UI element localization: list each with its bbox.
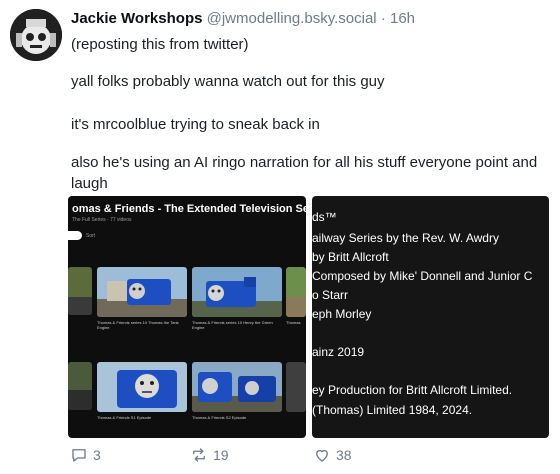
- reply-count: 3: [93, 447, 101, 463]
- credit-line: eph Morley: [312, 307, 372, 321]
- repost-arrows-icon: [193, 448, 205, 462]
- post-header: Jackie Workshops @jwmodelling.bsky.socia…: [71, 10, 415, 27]
- video-thumbnail: [97, 362, 187, 412]
- avatar[interactable]: [10, 9, 62, 61]
- video-caption: Thomas & Friends S1 Episode: [97, 415, 152, 420]
- video-caption: Thomas & Friends series 10 Henry the Gre…: [192, 320, 273, 330]
- video-caption: Thomas: [286, 320, 301, 325]
- video-thumbnail: [68, 267, 92, 315]
- video-thumbnail: [192, 267, 282, 317]
- heart-icon: [316, 449, 328, 462]
- credit-line: (Thomas) Limited 1984, 2024.: [312, 403, 473, 417]
- video-thumbnail: [97, 267, 187, 317]
- display-name[interactable]: Jackie Workshops: [71, 10, 202, 27]
- repost-count: 19: [213, 447, 229, 463]
- credit-line: ds™: [312, 210, 337, 224]
- video-thumbnail: [286, 362, 306, 412]
- video-thumbnail: [192, 362, 282, 412]
- video-thumbnail: [68, 362, 92, 410]
- separator: ·: [380, 10, 386, 27]
- credit-line: by Britt Allcroft: [312, 250, 389, 264]
- timestamp[interactable]: 16h: [390, 10, 415, 27]
- credit-line: o Starr: [312, 288, 349, 302]
- reply-button[interactable]: 3: [70, 446, 101, 464]
- speech-bubble-icon: [72, 449, 86, 462]
- post-text-line: also he's using an AI ringo narration fo…: [71, 154, 538, 192]
- handle[interactable]: @jwmodelling.bsky.social: [207, 10, 377, 27]
- post-text-line: it's mrcoolblue trying to sneak back in: [71, 116, 320, 133]
- video-thumbnail: [286, 267, 306, 317]
- video-caption: Thomas & Friends series 10 Thomas the Ta…: [97, 320, 179, 330]
- avatar-robot-icon: [10, 9, 62, 61]
- post-actions: 3 19 38: [70, 446, 470, 466]
- playlist-title: omas & Friends - The Extended Television…: [72, 203, 306, 215]
- video-caption: Thomas & Friends S2 Episode: [192, 415, 247, 420]
- embedded-image-playlist[interactable]: omas & Friends - The Extended Television…: [68, 196, 306, 438]
- post-text-line: yall folks probably wanna watch out for …: [71, 73, 385, 90]
- like-button[interactable]: 38: [313, 446, 352, 464]
- credit-line: Composed by Mike' Donnell and Junior C: [312, 269, 533, 283]
- credit-line: ey Production for Britt Allcroft Limited…: [312, 383, 513, 397]
- credit-line: ainz 2019: [312, 345, 365, 359]
- play-all-pill: [68, 231, 82, 240]
- like-count: 38: [336, 447, 352, 463]
- embedded-image-credits[interactable]: ds™ ailway Series by the Rev. W. Awdry b…: [312, 196, 549, 438]
- post-text-line: (reposting this from twitter): [71, 36, 249, 53]
- playlist-subtitle: The Full Series · 77 videos: [72, 217, 132, 223]
- sort-label: Sort: [86, 233, 96, 239]
- repost-button[interactable]: 19: [190, 446, 229, 464]
- credit-line: ailway Series by the Rev. W. Awdry: [312, 231, 499, 245]
